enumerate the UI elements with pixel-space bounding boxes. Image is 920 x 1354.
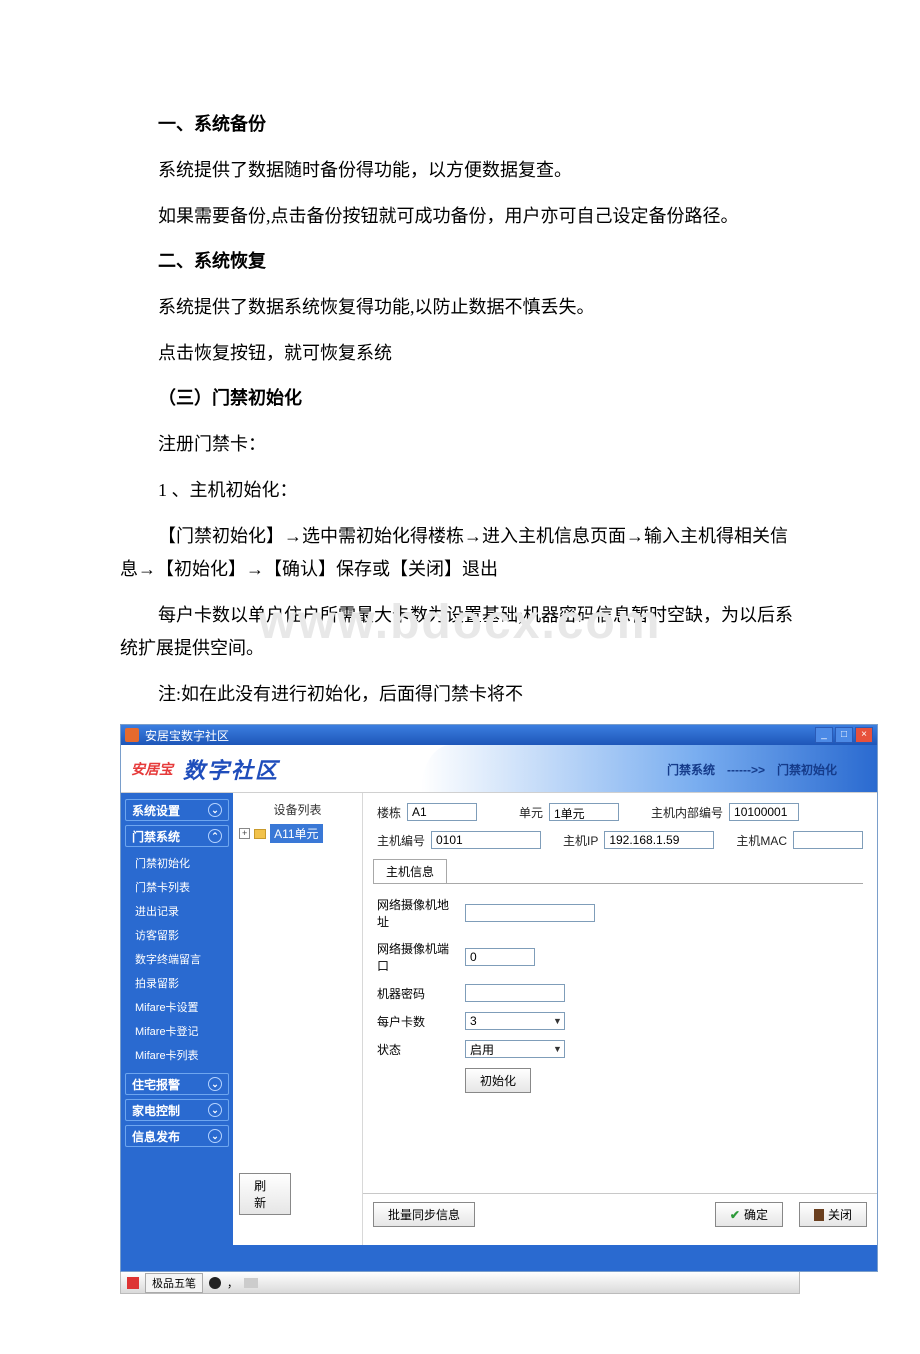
ime-punct-icon[interactable]: ， bbox=[227, 1275, 238, 1291]
building-input[interactable]: A1 bbox=[407, 803, 477, 821]
sidebar-group-system[interactable]: 系统设置 ⌄ bbox=[125, 799, 229, 821]
para-restore-2: 点击恢复按钮，就可恢复系统 bbox=[120, 337, 800, 369]
sidebar-item-init[interactable]: 门禁初始化 bbox=[125, 851, 229, 875]
label-host-no: 主机编号 bbox=[377, 832, 425, 849]
ok-button-label: 确定 bbox=[744, 1206, 768, 1223]
tree-expander-icon[interactable]: + bbox=[239, 828, 250, 839]
tab-header: 主机信息 bbox=[373, 859, 863, 884]
sidebar-group-appliance[interactable]: 家电控制 ⌄ bbox=[125, 1099, 229, 1121]
door-icon bbox=[814, 1209, 824, 1221]
para-backup-1: 系统提供了数据随时备份得功能，以方便数据复查。 bbox=[120, 154, 800, 186]
refresh-button[interactable]: 刷新 bbox=[239, 1173, 291, 1215]
sidebar-group-label: 家电控制 bbox=[132, 1102, 180, 1119]
status-select[interactable]: 启用 bbox=[465, 1040, 565, 1058]
window-title: 安居宝数字社区 bbox=[145, 727, 229, 744]
init-button[interactable]: 初始化 bbox=[465, 1068, 531, 1093]
sidebar: 系统设置 ⌄ 门禁系统 ⌃ 门禁初始化 门禁卡列表 进出记录 访客留影 数字终端… bbox=[121, 793, 233, 1245]
ime-flag-icon[interactable] bbox=[127, 1277, 139, 1289]
device-tree-column: 设备列表 + A11单元 刷新 bbox=[233, 793, 363, 1245]
sidebar-group-label: 住宅报警 bbox=[132, 1076, 180, 1093]
close-window-button[interactable]: × bbox=[855, 727, 873, 743]
sidebar-group-label: 信息发布 bbox=[132, 1128, 180, 1145]
brand-banner: 安居宝 数字社区 门禁系统 ------>> 门禁初始化 bbox=[121, 745, 877, 793]
cards-per-select[interactable]: 3 bbox=[465, 1012, 565, 1030]
sidebar-item-mifare-reg[interactable]: Mifare卡登记 bbox=[125, 1019, 229, 1043]
label-host-mac: 主机MAC bbox=[736, 832, 787, 849]
check-icon: ✔ bbox=[730, 1208, 740, 1222]
footer-strip bbox=[121, 1245, 877, 1271]
tab-host-info[interactable]: 主机信息 bbox=[373, 859, 447, 883]
heading-backup: 一、系统备份 bbox=[158, 110, 800, 136]
heading-init: （三）门禁初始化 bbox=[158, 384, 800, 410]
sidebar-item-mifare-set[interactable]: Mifare卡设置 bbox=[125, 995, 229, 1019]
sidebar-item-inout[interactable]: 进出记录 bbox=[125, 899, 229, 923]
minimize-button[interactable]: _ bbox=[815, 727, 833, 743]
cam-port-input[interactable]: 0 bbox=[465, 948, 535, 966]
chevron-up-icon: ⌃ bbox=[208, 829, 222, 843]
breadcrumb: 门禁系统 ------>> 门禁初始化 bbox=[667, 761, 837, 778]
label-cam-addr: 网络摄像机地址 bbox=[377, 896, 457, 930]
sidebar-item-visitor-photo[interactable]: 访客留影 bbox=[125, 923, 229, 947]
machine-pwd-input[interactable] bbox=[465, 984, 565, 1002]
app-window: 安居宝数字社区 _ □ × 安居宝 数字社区 门禁系统 ------>> 门禁初… bbox=[120, 724, 878, 1272]
sidebar-group-label: 系统设置 bbox=[132, 802, 180, 819]
host-mac-input[interactable] bbox=[793, 831, 863, 849]
label-cards-per: 每户卡数 bbox=[377, 1013, 457, 1030]
sidebar-group-access[interactable]: 门禁系统 ⌃ bbox=[125, 825, 229, 847]
para-backup-2: 如果需要备份,点击备份按钮就可成功备份，用户亦可自己设定备份路径。 bbox=[120, 200, 800, 232]
tree-node-label: A11单元 bbox=[270, 824, 322, 843]
chevron-down-icon: ⌄ bbox=[208, 1077, 222, 1091]
internal-no-input[interactable]: 10100001 bbox=[729, 803, 799, 821]
para-init-2: 1 、主机初始化： bbox=[120, 474, 800, 506]
unit-input[interactable]: 1单元 bbox=[549, 803, 619, 821]
label-host-ip: 主机IP bbox=[563, 832, 598, 849]
host-no-input[interactable]: 0101 bbox=[431, 831, 541, 849]
brand-logo-text: 安居宝 bbox=[131, 759, 173, 779]
label-unit: 单元 bbox=[519, 804, 543, 821]
cam-addr-input[interactable] bbox=[465, 904, 595, 922]
form-column: 楼栋 A1 单元 1单元 主机内部编号 10100001 主机编号 0101 主… bbox=[363, 793, 877, 1245]
ime-keyboard-icon[interactable] bbox=[244, 1278, 258, 1288]
heading-restore: 二、系统恢复 bbox=[158, 247, 800, 273]
batch-sync-button[interactable]: 批量同步信息 bbox=[373, 1202, 475, 1227]
sidebar-item-cards[interactable]: 门禁卡列表 bbox=[125, 875, 229, 899]
para-init-5: 注:如在此没有进行初始化，后面得门禁卡将不 bbox=[120, 678, 800, 710]
chevron-down-icon: ⌄ bbox=[208, 803, 222, 817]
maximize-button[interactable]: □ bbox=[835, 727, 853, 743]
sidebar-access-items: 门禁初始化 门禁卡列表 进出记录 访客留影 数字终端留言 拍录留影 Mifare… bbox=[125, 851, 229, 1067]
ok-button[interactable]: ✔ 确定 bbox=[715, 1202, 783, 1227]
para-init-1: 注册门禁卡： bbox=[120, 428, 800, 460]
close-button-label: 关闭 bbox=[828, 1206, 852, 1223]
chevron-down-icon: ⌄ bbox=[208, 1129, 222, 1143]
ime-name[interactable]: 极品五笔 bbox=[145, 1273, 203, 1293]
para-init-4: 每户卡数以单户住户所需最大卡数为设置基础;机器密码信息暂时空缺，为以后系统扩展提… bbox=[120, 599, 800, 664]
chevron-down-icon: ⌄ bbox=[208, 1103, 222, 1117]
para-restore-1: 系统提供了数据系统恢复得功能,以防止数据不慎丢失。 bbox=[120, 291, 800, 323]
device-tree-header: 设备列表 bbox=[239, 801, 356, 818]
sidebar-item-snapshot[interactable]: 拍录留影 bbox=[125, 971, 229, 995]
ime-moon-icon[interactable] bbox=[209, 1277, 221, 1289]
para-init-3: 【门禁初始化】→选中需初始化得楼栋→进入主机信息页面→输入主机得相关信息→【初始… bbox=[120, 520, 800, 585]
sidebar-item-terminal-msg[interactable]: 数字终端留言 bbox=[125, 947, 229, 971]
sidebar-group-label: 门禁系统 bbox=[132, 828, 180, 845]
close-button[interactable]: 关闭 bbox=[799, 1202, 867, 1227]
sidebar-item-mifare-list[interactable]: Mifare卡列表 bbox=[125, 1043, 229, 1067]
label-status: 状态 bbox=[377, 1041, 457, 1058]
sidebar-group-alarm[interactable]: 住宅报警 ⌄ bbox=[125, 1073, 229, 1095]
label-internal-no: 主机内部编号 bbox=[651, 804, 723, 821]
folder-icon bbox=[254, 829, 266, 839]
label-cam-port: 网络摄像机端口 bbox=[377, 940, 457, 974]
brand-title-text: 数字社区 bbox=[183, 753, 279, 785]
taskbar: 极品五笔 ， bbox=[120, 1272, 800, 1294]
sidebar-group-info[interactable]: 信息发布 ⌄ bbox=[125, 1125, 229, 1147]
app-icon bbox=[125, 728, 139, 742]
label-building: 楼栋 bbox=[377, 804, 401, 821]
label-machine-pwd: 机器密码 bbox=[377, 985, 457, 1002]
host-ip-input[interactable]: 192.168.1.59 bbox=[604, 831, 714, 849]
window-titlebar[interactable]: 安居宝数字社区 _ □ × bbox=[121, 725, 877, 745]
device-tree-node[interactable]: + A11单元 bbox=[239, 824, 356, 843]
